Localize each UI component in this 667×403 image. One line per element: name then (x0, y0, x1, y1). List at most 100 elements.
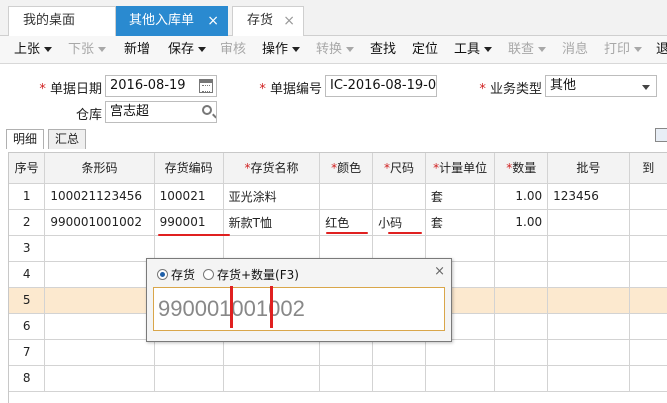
column-header[interactable]: *存货名称 (223, 153, 321, 184)
calendar-icon[interactable] (199, 79, 213, 93)
warehouse-field[interactable]: 宫志超 (105, 101, 217, 123)
column-settings-icon[interactable] (655, 128, 667, 142)
audit-button[interactable]: 审核 (220, 36, 246, 64)
grid-cell[interactable] (44, 339, 155, 366)
grid-cell[interactable] (629, 313, 667, 340)
radio-icon[interactable] (203, 269, 214, 280)
grid-cell[interactable] (547, 313, 630, 340)
grid-cell[interactable] (629, 339, 667, 366)
tab-detail[interactable]: 明细 (6, 129, 45, 149)
grid-cell[interactable]: 亚光涂料 (223, 183, 321, 210)
grid-cell[interactable]: 100021 (154, 183, 224, 210)
column-header[interactable]: 存货编码 (154, 153, 224, 184)
grid-cell[interactable] (372, 183, 426, 210)
grid-cell[interactable] (547, 261, 630, 288)
grid-cell[interactable] (547, 235, 630, 262)
find-button[interactable]: 查找 (370, 36, 396, 64)
grid-cell[interactable]: 1.00 (494, 209, 549, 236)
column-header[interactable]: 序号 (9, 153, 46, 184)
radio-icon[interactable] (157, 269, 168, 280)
grid-cell[interactable]: 套 (425, 209, 496, 236)
operate-button[interactable]: 操作 (262, 36, 301, 64)
grid-cell[interactable] (372, 339, 426, 366)
grid-cell[interactable] (547, 287, 630, 314)
grid-cell[interactable] (44, 235, 155, 262)
grid-cell[interactable]: 7 (9, 339, 46, 366)
grid-cell[interactable] (425, 365, 496, 392)
grid-cell[interactable] (154, 339, 224, 366)
grid-cell[interactable] (494, 313, 549, 340)
grid-cell[interactable] (44, 261, 155, 288)
grid-cell[interactable] (629, 183, 667, 210)
column-header[interactable]: *计量单位 (425, 153, 496, 184)
table-row[interactable]: 7 (9, 339, 667, 366)
grid-cell[interactable] (629, 365, 667, 392)
prev-record-button[interactable]: 上张 (14, 36, 53, 64)
save-button[interactable]: 保存 (168, 36, 207, 64)
doc-number-field[interactable]: IC-2016-08-19-0... (325, 75, 437, 97)
grid-cell[interactable] (319, 183, 374, 210)
convert-button[interactable]: 转换 (316, 36, 355, 64)
column-header[interactable]: 条形码 (44, 153, 155, 184)
date-field[interactable]: 2016-08-19 (105, 75, 217, 97)
grid-cell[interactable] (547, 209, 630, 236)
table-row[interactable]: 1 100021123456 100021 亚光涂料 套 1.00 123456 (9, 183, 667, 210)
grid-cell[interactable]: 8 (9, 365, 46, 392)
grid-cell[interactable] (44, 365, 155, 392)
message-button[interactable]: 消息 (562, 36, 588, 64)
grid-cell[interactable] (629, 235, 667, 262)
grid-cell[interactable]: 100021123456 (44, 183, 155, 210)
grid-cell[interactable] (44, 287, 155, 314)
grid-cell[interactable]: 新款T恤 (223, 209, 321, 236)
table-row[interactable]: 8 (9, 365, 667, 392)
grid-cell[interactable] (223, 339, 321, 366)
next-record-button[interactable]: 下张 (68, 36, 107, 64)
grid-cell[interactable]: 990001001002 (44, 209, 155, 236)
tab-my-desktop[interactable]: 我的桌面 (8, 6, 116, 36)
related-query-button[interactable]: 联查 (508, 36, 547, 64)
option-inventory[interactable]: 存货 (157, 266, 195, 283)
grid-cell[interactable]: 1 (9, 183, 46, 210)
locate-button[interactable]: 定位 (412, 36, 438, 64)
close-icon[interactable]: × (283, 7, 295, 35)
exit-button[interactable]: 退 (656, 36, 667, 64)
grid-cell[interactable]: 1.00 (494, 183, 549, 210)
column-header[interactable]: *颜色 (319, 153, 374, 184)
grid-cell[interactable] (547, 365, 630, 392)
grid-cell[interactable] (372, 365, 426, 392)
grid-cell[interactable] (494, 235, 549, 262)
grid-cell[interactable] (629, 261, 667, 288)
grid-cell[interactable]: 5 (9, 287, 46, 314)
grid-cell[interactable]: 4 (9, 261, 46, 288)
grid-cell[interactable]: 套 (425, 183, 496, 210)
grid-cell[interactable]: 123456 (547, 183, 630, 210)
grid-cell[interactable]: 990001 (154, 209, 224, 236)
column-header[interactable]: 到 (629, 153, 667, 184)
column-header[interactable]: *数量 (494, 153, 549, 184)
column-header[interactable]: *尺码 (372, 153, 426, 184)
grid-cell[interactable]: 2 (9, 209, 46, 236)
grid-cell[interactable] (44, 313, 155, 340)
column-header[interactable]: 批号 (547, 153, 630, 184)
grid-cell[interactable] (629, 287, 667, 314)
grid-cell[interactable] (319, 339, 374, 366)
grid-cell[interactable] (494, 261, 549, 288)
grid-cell[interactable] (223, 365, 321, 392)
business-type-select[interactable]: 其他 (545, 75, 657, 97)
grid-cell[interactable] (547, 339, 630, 366)
option-inventory-quantity[interactable]: 存货+数量(F3) (203, 266, 299, 283)
tab-summary[interactable]: 汇总 (48, 129, 87, 149)
grid-cell[interactable] (494, 339, 549, 366)
new-button[interactable]: 新增 (124, 36, 150, 64)
barcode-input[interactable]: 990001001002 (153, 287, 445, 331)
grid-cell[interactable] (629, 209, 667, 236)
close-icon[interactable]: × (434, 264, 445, 279)
grid-cell[interactable] (425, 339, 496, 366)
close-icon[interactable]: × (207, 7, 219, 35)
grid-cell[interactable] (494, 287, 549, 314)
grid-cell[interactable]: 6 (9, 313, 46, 340)
search-icon[interactable] (202, 105, 212, 115)
tab-inventory[interactable]: 存货 × (232, 6, 304, 36)
tab-other-inbound[interactable]: 其他入库单 × (116, 6, 228, 36)
print-button[interactable]: 打印 (604, 36, 643, 64)
